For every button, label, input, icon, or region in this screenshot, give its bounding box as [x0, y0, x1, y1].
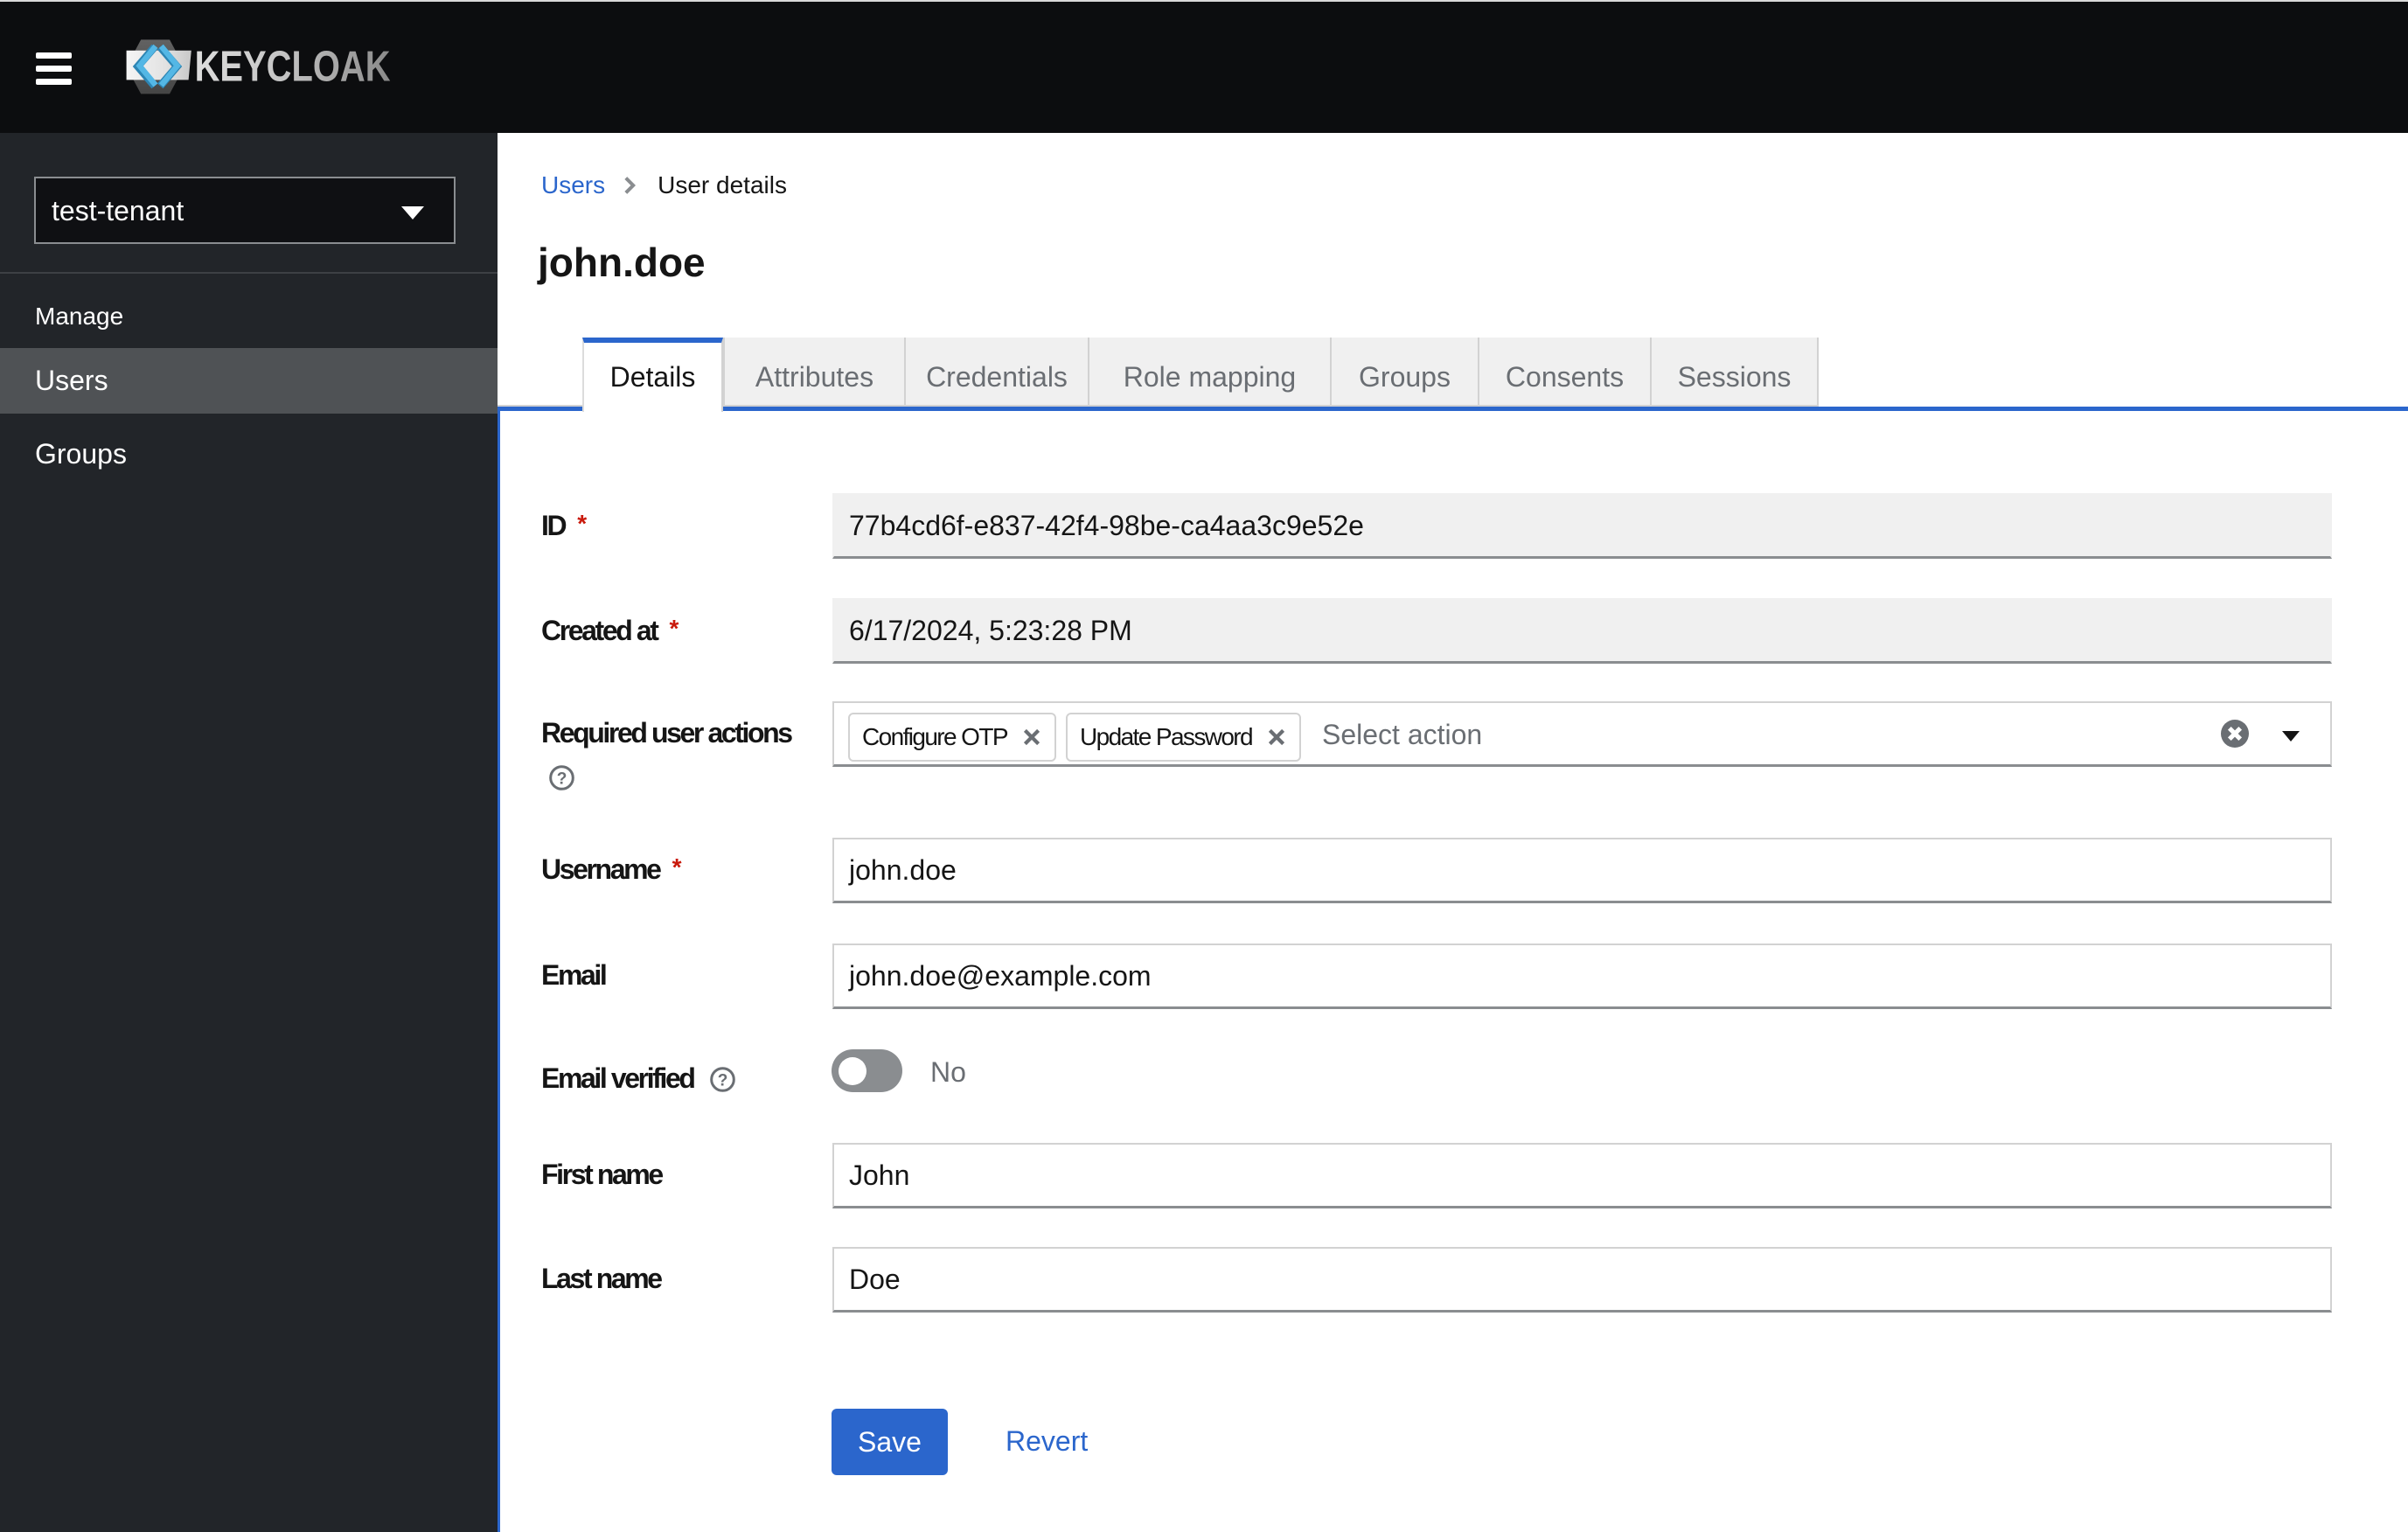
svg-text:KEYCLOAK: KEYCLOAK	[195, 44, 391, 91]
svg-text:?: ?	[557, 769, 567, 788]
svg-text:?: ?	[718, 1071, 728, 1090]
